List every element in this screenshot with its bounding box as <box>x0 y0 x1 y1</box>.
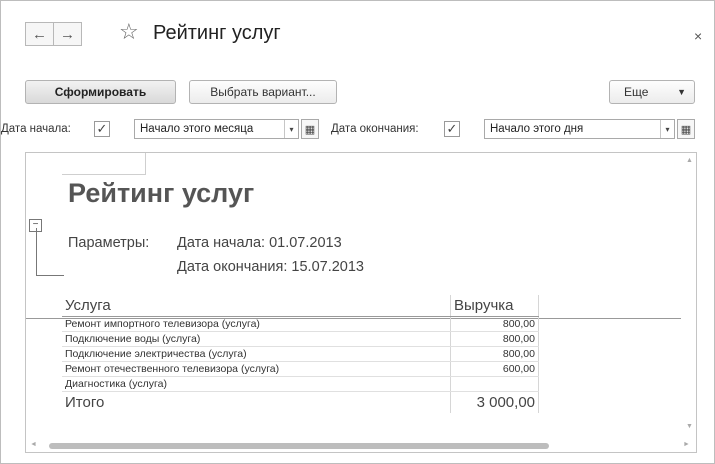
back-button[interactable]: ← <box>25 22 54 46</box>
report-area[interactable]: − Рейтинг услуг Параметры: Дата начала: … <box>25 152 697 453</box>
table-row[interactable]: Ремонт импортного телевизора (услуга) 80… <box>62 316 539 332</box>
table-row[interactable]: Диагностика (услуга) <box>62 376 539 392</box>
total-value: 3 000,00 <box>450 391 539 413</box>
report-title: Рейтинг услуг <box>68 178 255 208</box>
service-cell: Подключение воды (услуга) <box>62 331 451 347</box>
group-bracket <box>36 228 37 276</box>
revenue-cell: 600,00 <box>450 361 539 377</box>
table-row[interactable]: Подключение электричества (услуга) 800,0… <box>62 346 539 362</box>
dropdown-arrow-icon[interactable]: ▾ <box>660 120 674 138</box>
table-row[interactable]: Подключение воды (услуга) 800,00 <box>62 331 539 347</box>
scroll-left-icon[interactable]: ◄ <box>30 441 37 448</box>
service-cell: Диагностика (услуга) <box>62 376 451 392</box>
revenue-cell: 800,00 <box>450 331 539 347</box>
revenue-cell: 800,00 <box>450 346 539 362</box>
horizontal-scroll-thumb[interactable] <box>49 443 549 449</box>
column-header-service: Услуга <box>62 295 451 317</box>
calendar-icon[interactable]: ▦ <box>677 119 695 139</box>
horizontal-scrollbar[interactable]: ◄ ► <box>26 440 696 452</box>
forward-button[interactable]: → <box>54 22 82 46</box>
more-label: Еще <box>624 85 649 99</box>
table-header-row: Услуга Выручка <box>62 295 539 317</box>
report-corner-cell <box>62 153 146 175</box>
report-window: ← → ☆ Рейтинг услуг × Сформировать Выбра… <box>0 0 715 464</box>
scroll-down-icon[interactable]: ▼ <box>686 423 693 430</box>
total-label: Итого <box>65 394 105 411</box>
favorite-star-icon[interactable]: ☆ <box>119 19 139 45</box>
revenue-cell: 800,00 <box>450 316 539 332</box>
group-bracket-bottom <box>36 275 64 276</box>
select-variant-button[interactable]: Выбрать вариант... <box>189 80 337 104</box>
start-date-select[interactable]: Начало этого месяца ▾ <box>134 119 299 139</box>
service-cell: Ремонт отечественного телевизора (услуга… <box>62 361 451 377</box>
table-total-row: Итого 3 000,00 <box>62 391 539 413</box>
report-table: Услуга Выручка Ремонт импортного телевиз… <box>62 295 539 413</box>
column-header-revenue: Выручка <box>450 295 539 317</box>
close-icon[interactable]: × <box>694 28 702 44</box>
dropdown-arrow-icon[interactable]: ▾ <box>284 120 298 138</box>
arrow-left-icon: ← <box>32 25 47 43</box>
service-cell: Подключение электричества (услуга) <box>62 346 451 362</box>
end-date-label: Дата окончания: <box>331 123 419 135</box>
chevron-down-icon: ▼ <box>677 87 686 97</box>
scroll-up-icon[interactable]: ▲ <box>686 157 693 164</box>
window-title: Рейтинг услуг <box>153 22 281 44</box>
start-date-value: Начало этого месяца <box>140 123 254 135</box>
end-date-value: Начало этого дня <box>490 123 584 135</box>
vertical-scrollbar[interactable]: ▲ ▼ <box>682 153 696 438</box>
start-date-checkbox[interactable]: ✓ <box>94 121 110 137</box>
end-date-select[interactable]: Начало этого дня ▾ <box>484 119 675 139</box>
arrow-right-icon: → <box>60 25 75 43</box>
start-date-label: Дата начала: <box>1 123 71 135</box>
scroll-right-icon[interactable]: ► <box>683 441 690 448</box>
table-row[interactable]: Ремонт отечественного телевизора (услуга… <box>62 361 539 377</box>
report-param-start: Дата начала: 01.07.2013 <box>177 235 342 251</box>
revenue-cell <box>450 376 539 392</box>
service-cell: Ремонт импортного телевизора (услуга) <box>62 316 451 332</box>
report-param-end: Дата окончания: 15.07.2013 <box>177 259 364 275</box>
more-button[interactable]: Еще ▼ <box>609 80 695 104</box>
generate-button[interactable]: Сформировать <box>25 80 176 104</box>
calendar-icon[interactable]: ▦ <box>301 119 319 139</box>
navigation-buttons: ← → <box>25 22 82 46</box>
report-params-label: Параметры: <box>68 235 150 251</box>
end-date-checkbox[interactable]: ✓ <box>444 121 460 137</box>
